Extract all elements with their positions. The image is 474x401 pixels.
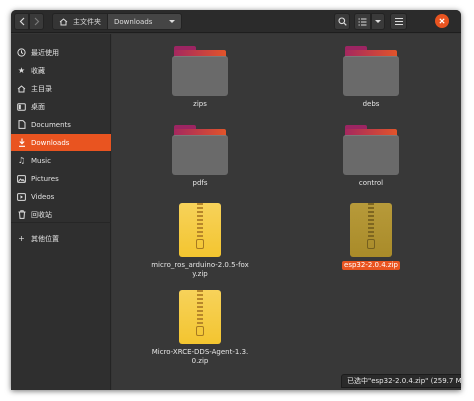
breadcrumb-home-label: 主文件夹 [73, 17, 101, 26]
sidebar-item-label: Music [31, 156, 51, 165]
file-name: zips [193, 100, 207, 108]
document-icon [17, 120, 26, 129]
music-icon: ♫ [17, 155, 26, 165]
sidebar-item-music[interactable]: ♫ Music [11, 152, 111, 169]
file-item-zip-selected[interactable]: esp32-2.0.4.zip [321, 203, 421, 270]
file-item-folder[interactable]: pdfs [150, 125, 250, 188]
folder-icon [343, 46, 399, 96]
back-button[interactable] [14, 13, 29, 30]
breadcrumb-current-label: Downloads [114, 17, 153, 26]
video-icon [17, 192, 26, 201]
view-options-button[interactable] [371, 13, 385, 30]
search-icon [337, 17, 347, 26]
trash-icon [17, 210, 26, 219]
file-item-folder[interactable]: zips [150, 46, 250, 109]
sidebar-item-other-locations[interactable]: + 其他位置 [11, 230, 111, 247]
file-name: esp32-2.0.4.zip [342, 261, 400, 270]
zip-archive-icon [350, 203, 392, 257]
sidebar-item-videos[interactable]: Videos [11, 188, 111, 205]
file-name: control [358, 179, 384, 187]
file-name: Micro-XRCE-DDS-Agent-1.3.0.zip [151, 348, 249, 365]
sidebar-item-starred[interactable]: ★ 收藏 [11, 62, 111, 79]
zip-archive-icon [179, 290, 221, 344]
sidebar-item-label: 主目录 [31, 84, 52, 93]
file-manager-window: 主文件夹 Downloads 最近使用 ★ 收藏 主目录 桌面 Document… [11, 10, 461, 390]
sidebar-item-home[interactable]: 主目录 [11, 80, 111, 97]
sidebar-item-label: Documents [31, 120, 71, 129]
breadcrumb-home[interactable]: 主文件夹 [53, 14, 108, 29]
file-item-folder[interactable]: debs [321, 46, 421, 109]
chevron-left-icon [19, 17, 24, 26]
file-grid: zips debs pdfs control micro_ros_arduino… [112, 34, 461, 390]
file-name: debs [362, 100, 380, 108]
home-icon [17, 84, 26, 93]
forward-button[interactable] [29, 13, 44, 30]
sidebar-item-label: Pictures [31, 174, 59, 183]
file-name: pdfs [192, 179, 208, 187]
download-icon [17, 138, 26, 147]
header-bar: 主文件夹 Downloads [11, 10, 461, 33]
sidebar-item-documents[interactable]: Documents [11, 116, 111, 133]
home-icon [59, 17, 68, 25]
folder-icon [343, 125, 399, 175]
file-item-zip[interactable]: micro_ros_arduino-2.0.5-foxy.zip [150, 203, 250, 279]
close-icon [439, 18, 445, 24]
close-window-button[interactable] [435, 14, 449, 28]
plus-icon: + [18, 233, 25, 243]
sidebar-item-label: 最近使用 [31, 48, 59, 57]
sidebar-item-trash[interactable]: 回收站 [11, 206, 111, 223]
sidebar-item-downloads[interactable]: Downloads [11, 134, 111, 151]
selection-status: 已选中"esp32-2.0.4.zip" (259.7 MB) [341, 374, 461, 388]
picture-icon [17, 174, 26, 183]
chevron-down-icon [169, 20, 175, 23]
file-item-folder[interactable]: control [321, 125, 421, 188]
list-view-icon [358, 18, 367, 25]
zip-archive-icon [179, 203, 221, 257]
star-icon: ★ [17, 65, 26, 75]
places-sidebar: 最近使用 ★ 收藏 主目录 桌面 Documents Downloads ♫ M… [11, 34, 111, 390]
chevron-right-icon [34, 17, 39, 26]
folder-icon [172, 125, 228, 175]
chevron-down-icon [375, 20, 381, 23]
view-mode-button[interactable] [354, 13, 371, 30]
sidebar-item-pictures[interactable]: Pictures [11, 170, 111, 187]
file-name: micro_ros_arduino-2.0.5-foxy.zip [151, 261, 249, 278]
sidebar-item-label: 其他位置 [31, 234, 59, 243]
clock-icon [17, 48, 26, 57]
sidebar-item-recent[interactable]: 最近使用 [11, 44, 111, 61]
sidebar-item-label: 桌面 [31, 102, 45, 111]
breadcrumb-current[interactable]: Downloads [108, 14, 181, 29]
search-button[interactable] [334, 13, 350, 30]
file-item-zip[interactable]: Micro-XRCE-DDS-Agent-1.3.0.zip [150, 290, 250, 366]
folder-icon [172, 46, 228, 96]
sidebar-item-label: 回收站 [31, 210, 52, 219]
sidebar-item-label: Videos [31, 192, 55, 201]
main-menu-button[interactable] [390, 13, 407, 30]
sidebar-item-label: 收藏 [31, 66, 45, 75]
sidebar-item-desktop[interactable]: 桌面 [11, 98, 111, 115]
sidebar-item-label: Downloads [31, 138, 70, 147]
sidebar-divider [11, 222, 111, 223]
hamburger-menu-icon [394, 18, 403, 25]
desktop-icon [17, 102, 26, 111]
path-bar: 主文件夹 Downloads [52, 13, 182, 30]
